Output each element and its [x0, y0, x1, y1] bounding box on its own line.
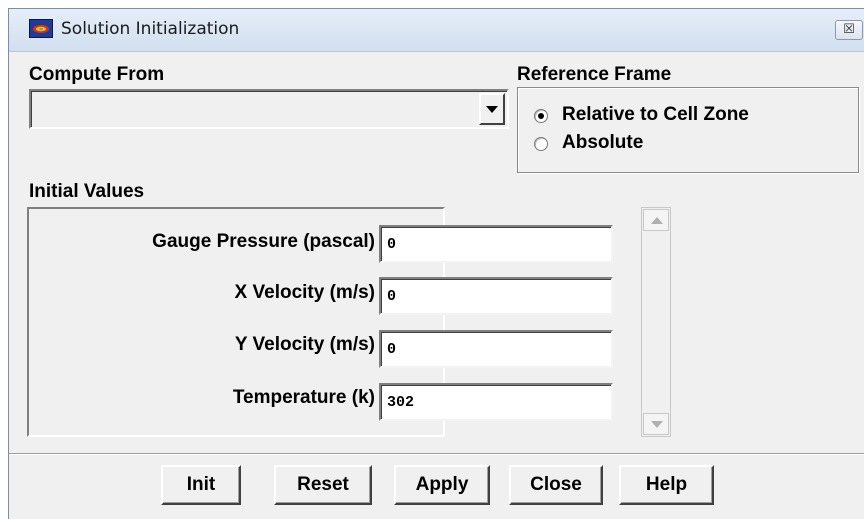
help-button[interactable]: Help [619, 465, 714, 505]
radio-button[interactable] [534, 137, 548, 151]
compute-from-dropdown[interactable] [29, 89, 509, 129]
init-button[interactable]: Init [161, 465, 241, 505]
field-value: 302 [387, 394, 415, 411]
window-title: Solution Initialization [61, 19, 240, 39]
reset-button[interactable]: Reset [274, 465, 372, 505]
compute-from-label: Compute From [29, 64, 165, 85]
close-window-button[interactable]: ☒ [835, 20, 863, 40]
solution-initialization-dialog: Solution Initialization ☒ Compute From R… [8, 8, 864, 519]
scroll-down-button[interactable] [643, 413, 669, 435]
close-button[interactable]: Close [509, 465, 603, 505]
dropdown-button[interactable] [479, 93, 505, 125]
title-bar[interactable]: Solution Initialization ☒ [9, 9, 864, 52]
footer-divider [9, 453, 864, 455]
initial-values-label: Initial Values [29, 181, 145, 202]
field-value: 0 [387, 288, 397, 305]
arrow-down-icon [651, 421, 663, 428]
field-value: 0 [387, 236, 397, 253]
scroll-up-button[interactable] [643, 209, 669, 231]
chevron-down-icon [486, 106, 498, 113]
gauge-pressure-field[interactable]: 0 [379, 225, 613, 263]
reference-frame-label: Reference Frame [517, 64, 672, 85]
radio-label: Relative to Cell Zone [562, 104, 749, 125]
radio-label: Absolute [562, 132, 644, 153]
radio-button-selected[interactable] [534, 109, 548, 123]
gauge-pressure-label: Gauge Pressure (pascal) [152, 231, 375, 252]
y-velocity-label: Y Velocity (m/s) [234, 334, 375, 355]
field-value: 0 [387, 341, 397, 358]
temperature-label: Temperature (k) [232, 387, 375, 408]
temperature-field[interactable]: 302 [379, 383, 613, 421]
x-velocity-field[interactable]: 0 [379, 277, 613, 315]
reference-frame-group: Relative to Cell Zone Absolute [517, 87, 859, 173]
app-icon [29, 19, 53, 38]
y-velocity-field[interactable]: 0 [379, 330, 613, 368]
apply-button[interactable]: Apply [394, 465, 490, 505]
vertical-scrollbar[interactable] [641, 207, 671, 437]
close-icon: ☒ [843, 22, 855, 37]
arrow-up-icon [651, 217, 663, 224]
x-velocity-label: X Velocity (m/s) [234, 282, 375, 303]
